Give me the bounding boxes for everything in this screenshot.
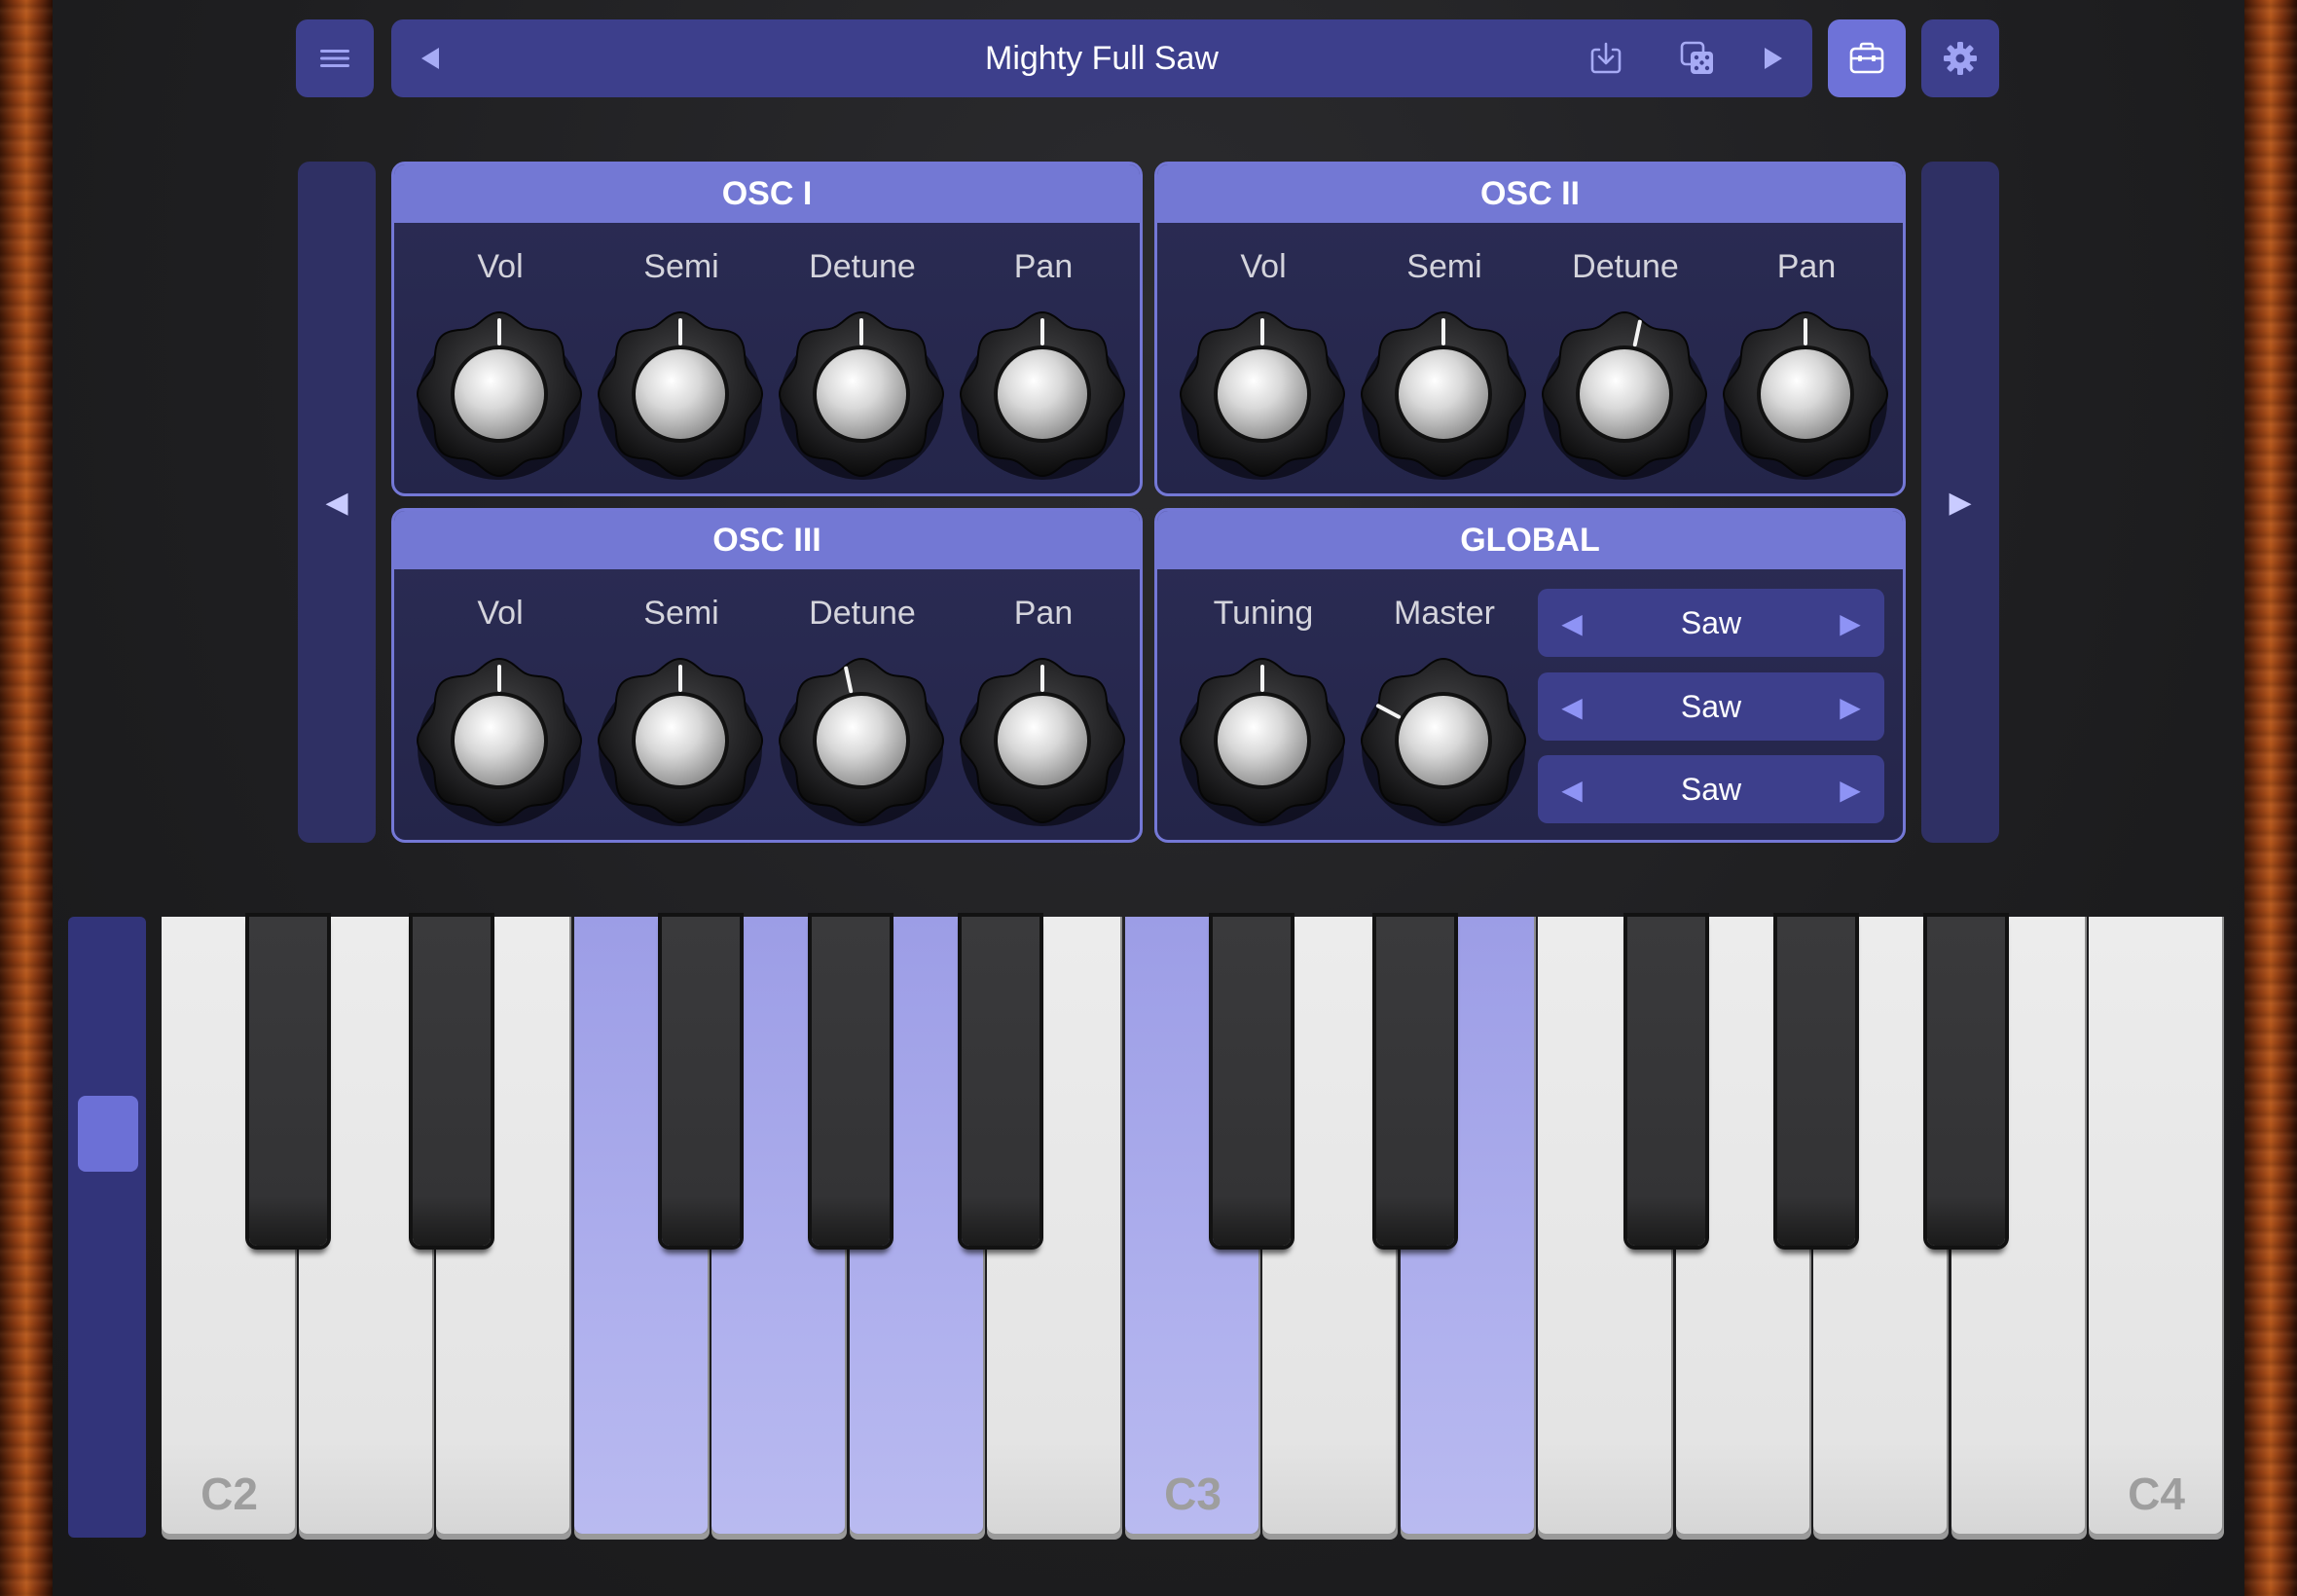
octave-scroll-strip[interactable] xyxy=(68,917,146,1538)
black-key-c-sharp-2[interactable] xyxy=(249,917,327,1246)
knob-label: Pan xyxy=(1776,248,1837,285)
global-master-knob[interactable] xyxy=(1358,655,1529,826)
preset-bar: Mighty Full Saw xyxy=(391,19,1812,97)
knob-label: Detune xyxy=(1572,248,1679,285)
osc1-waveform-selector: ◀ Saw ▶ xyxy=(1538,589,1884,657)
knob-label: Vol xyxy=(1240,248,1287,285)
triangle-left-icon: ◀ xyxy=(325,486,348,519)
knob-label: Tuning xyxy=(1213,595,1314,632)
toolbox-button[interactable] xyxy=(1828,19,1906,97)
panel-title: GLOBAL xyxy=(1157,511,1903,569)
wood-side-panel-left xyxy=(0,0,53,1596)
triangle-right-icon: ▶ xyxy=(1840,691,1861,722)
black-key-f-sharp-2[interactable] xyxy=(662,917,740,1246)
knob-label: Pan xyxy=(1013,595,1074,632)
osc1-semi-knob[interactable] xyxy=(595,308,766,480)
triangle-left-icon: ◀ xyxy=(1561,774,1583,805)
black-key-a-sharp-3[interactable] xyxy=(1927,917,2005,1246)
black-key-g-sharp-2[interactable] xyxy=(812,917,890,1246)
hamburger-menu-icon xyxy=(320,50,349,67)
triangle-left-icon xyxy=(421,48,439,69)
toolbox-icon xyxy=(1849,42,1884,74)
osc3-semi-knob[interactable] xyxy=(595,655,766,826)
randomize-button[interactable] xyxy=(1659,19,1736,97)
waveform-prev-button[interactable]: ◀ xyxy=(1538,755,1606,823)
knob-label: Detune xyxy=(809,248,916,285)
osc3-vol-knob[interactable] xyxy=(414,655,585,826)
knob-label: Semi xyxy=(643,248,719,285)
waveform-next-button[interactable]: ▶ xyxy=(1816,755,1884,823)
panel-title: OSC I xyxy=(394,164,1140,223)
note-label: C2 xyxy=(201,1469,258,1519)
osc2-pan-knob[interactable] xyxy=(1720,308,1891,480)
osc2-waveform-selector: ◀ Saw ▶ xyxy=(1538,672,1884,741)
osc1-detune-knob[interactable] xyxy=(776,308,947,480)
triangle-right-icon xyxy=(1765,48,1782,69)
osc-2-panel: OSC II Vol Semi Detune Pan xyxy=(1154,162,1906,496)
note-label: C4 xyxy=(2128,1469,2185,1519)
save-preset-button[interactable] xyxy=(1567,19,1645,97)
triangle-right-icon: ▶ xyxy=(1840,774,1861,805)
note-label: C3 xyxy=(1164,1469,1221,1519)
knob-label: Semi xyxy=(643,595,719,632)
black-key-d-sharp-3[interactable] xyxy=(1376,917,1454,1246)
panel-title: OSC III xyxy=(394,511,1140,569)
black-key-f-sharp-3[interactable] xyxy=(1627,917,1705,1246)
osc3-detune-knob[interactable] xyxy=(776,655,947,826)
next-page-button[interactable]: ▶ xyxy=(1921,162,1999,843)
waveform-prev-button[interactable]: ◀ xyxy=(1538,589,1606,657)
triangle-right-icon: ▶ xyxy=(1840,607,1861,638)
osc1-pan-knob[interactable] xyxy=(957,308,1128,480)
settings-button[interactable] xyxy=(1921,19,1999,97)
osc-1-panel: OSC I Vol Semi Detune Pan xyxy=(391,162,1143,496)
download-tray-icon xyxy=(1590,42,1622,74)
white-key-c4[interactable]: C4 xyxy=(2089,917,2224,1534)
previous-preset-button[interactable] xyxy=(391,19,469,97)
black-key-d-sharp-2[interactable] xyxy=(413,917,491,1246)
knob-label: Detune xyxy=(809,595,916,632)
osc2-vol-knob[interactable] xyxy=(1177,308,1348,480)
black-key-g-sharp-3[interactable] xyxy=(1777,917,1855,1246)
global-tuning-knob[interactable] xyxy=(1177,655,1348,826)
osc3-pan-knob[interactable] xyxy=(957,655,1128,826)
waveform-prev-button[interactable]: ◀ xyxy=(1538,672,1606,741)
dice-icon xyxy=(1680,41,1713,74)
knob-label: Vol xyxy=(477,595,524,632)
wood-side-panel-right xyxy=(2244,0,2297,1596)
gear-icon xyxy=(1944,42,1977,75)
osc-3-panel: OSC III Vol Semi Detune Pan xyxy=(391,508,1143,843)
triangle-left-icon: ◀ xyxy=(1561,691,1583,722)
panel-title: OSC II xyxy=(1157,164,1903,223)
osc3-waveform-selector: ◀ Saw ▶ xyxy=(1538,755,1884,823)
osc2-semi-knob[interactable] xyxy=(1358,308,1529,480)
osc2-detune-knob[interactable] xyxy=(1539,308,1710,480)
triangle-right-icon: ▶ xyxy=(1949,486,1972,519)
black-key-c-sharp-3[interactable] xyxy=(1213,917,1291,1246)
previous-page-button[interactable]: ◀ xyxy=(298,162,376,843)
knob-label: Vol xyxy=(477,248,524,285)
piano-keyboard: C2 C3 C4 xyxy=(162,917,2229,1540)
osc1-vol-knob[interactable] xyxy=(414,308,585,480)
next-preset-button[interactable] xyxy=(1734,19,1812,97)
menu-button[interactable] xyxy=(296,19,374,97)
black-key-a-sharp-2[interactable] xyxy=(962,917,1039,1246)
knob-label: Master xyxy=(1394,595,1495,632)
knob-label: Pan xyxy=(1013,248,1074,285)
triangle-left-icon: ◀ xyxy=(1561,607,1583,638)
global-panel: GLOBAL Tuning Master ◀ Saw ▶ ◀ Saw ▶ ◀ S… xyxy=(1154,508,1906,843)
octave-scroll-handle[interactable] xyxy=(78,1096,138,1172)
waveform-next-button[interactable]: ▶ xyxy=(1816,672,1884,741)
knob-label: Semi xyxy=(1406,248,1482,285)
waveform-next-button[interactable]: ▶ xyxy=(1816,589,1884,657)
